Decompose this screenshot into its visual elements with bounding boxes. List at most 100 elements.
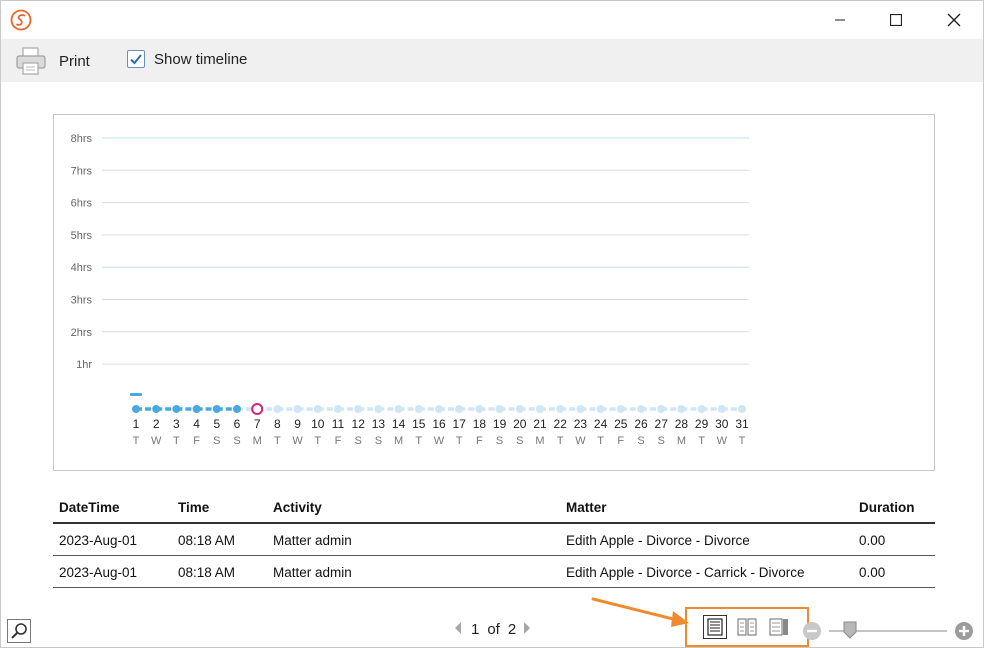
data-point [313,405,322,413]
x-weekday-label: M [253,435,262,447]
previous-page-button[interactable] [453,621,463,638]
x-weekday-label: M [677,435,686,447]
two-pages-icon [737,618,757,636]
column-header-matter[interactable]: Matter [566,500,607,515]
column-header-time[interactable]: Time [178,500,209,515]
x-weekday-label: F [335,435,342,447]
x-weekday-label: S [233,435,240,447]
next-page-button[interactable] [522,621,532,638]
show-timeline-toggle[interactable]: Show timeline [127,50,247,68]
x-weekday-label: T [415,435,422,447]
y-tick-label: 4hrs [71,262,93,274]
show-timeline-checkbox[interactable] [127,50,145,68]
y-tick-label: 6hrs [71,198,93,210]
x-weekday-label: T [314,435,321,447]
x-day-label: 6 [234,417,241,431]
cell-datetime: 2023-Aug-01 [59,565,138,580]
table-row[interactable]: 2023-Aug-01 08:18 AM Matter admin Edith … [53,556,935,588]
data-point [556,405,565,413]
data-point [536,405,544,413]
timeline-chart: 8hrs7hrs6hrs5hrs4hrs3hrs2hrs1hr1T2W3T4F5… [71,133,749,447]
maximize-icon [890,14,902,26]
cell-matter: Edith Apple - Divorce - Carrick - Divorc… [566,565,805,580]
page-of-label: of [487,621,500,638]
close-icon [947,13,961,27]
data-point [354,405,363,413]
data-point [334,405,342,413]
view-mode-group [685,607,809,647]
column-header-duration[interactable]: Duration [859,500,915,515]
x-day-label: 11 [332,417,345,431]
data-point [293,405,302,413]
x-weekday-label: S [516,435,523,447]
x-weekday-label: T [698,435,705,447]
cell-datetime: 2023-Aug-01 [59,533,138,548]
data-point [394,405,403,413]
x-day-label: 30 [715,417,729,431]
x-day-label: 12 [352,417,366,431]
x-weekday-label: T [173,435,180,447]
printer-icon [16,47,46,75]
minimize-icon [835,19,845,21]
two-pages-view-button[interactable] [735,615,759,639]
find-button[interactable] [7,619,31,643]
plus-icon [959,626,969,636]
x-day-label: 19 [493,417,507,431]
multi-page-icon [769,618,788,636]
x-day-label: 4 [193,417,200,431]
column-header-datetime[interactable]: DateTime [59,500,120,515]
zoom-slider-thumb[interactable] [843,621,857,639]
data-point [152,405,161,413]
y-tick-label: 5hrs [71,230,93,242]
toolbar: Print Show timeline [1,39,983,82]
x-weekday-label: F [617,435,624,447]
x-weekday-label: S [637,435,644,447]
x-weekday-label: W [292,435,303,447]
x-day-label: 24 [594,417,608,431]
x-weekday-label: T [557,435,564,447]
column-header-activity[interactable]: Activity [273,500,322,515]
x-weekday-label: M [394,435,403,447]
print-button[interactable]: Print [15,43,90,79]
x-weekday-label: M [535,435,544,447]
single-page-view-button[interactable] [703,615,727,639]
x-day-label: 28 [675,417,689,431]
zoom-out-button[interactable] [803,622,821,640]
timeline-chart-panel: 8hrs 7hrs 6hrs 5hrs 4hrs 3hrs 2hrs 1hr 1 T 2 W 3 T 4 F 5… [53,114,935,471]
day-bar-marker [130,393,142,396]
cell-activity: Matter admin [273,533,352,548]
data-point [677,405,686,413]
maximize-button[interactable] [873,5,919,35]
x-weekday-label: W [717,435,728,447]
x-weekday-label: T [597,435,604,447]
x-weekday-label: T [739,435,746,447]
cell-activity: Matter admin [273,565,352,580]
x-weekday-label: W [575,435,586,447]
x-day-label: 29 [695,417,709,431]
x-weekday-label: S [658,435,665,447]
zoom-in-button[interactable] [955,622,973,640]
data-point [596,405,605,413]
minimize-button[interactable] [817,5,863,35]
x-weekday-label: W [151,435,162,447]
x-day-label: 7 [254,417,261,431]
x-day-label: 23 [574,417,588,431]
data-point [637,405,645,413]
close-button[interactable] [931,5,977,35]
y-tick-label: 2hrs [71,327,93,339]
data-point [212,405,221,413]
cell-duration: 0.00 [859,533,886,548]
y-tick-label: 1hr [76,359,92,371]
print-label: Print [59,52,90,70]
y-tick-label: 7hrs [71,165,93,177]
x-day-label: 9 [294,417,301,431]
data-point [233,405,241,413]
x-day-label: 13 [372,417,386,431]
table-row[interactable]: 2023-Aug-01 08:18 AM Matter admin Edith … [53,524,935,556]
data-point [717,405,726,413]
data-point [374,405,383,413]
data-point [495,405,504,413]
data-point [515,405,524,413]
multi-page-view-button[interactable] [767,615,791,639]
y-tick-label: 3hrs [71,295,93,307]
